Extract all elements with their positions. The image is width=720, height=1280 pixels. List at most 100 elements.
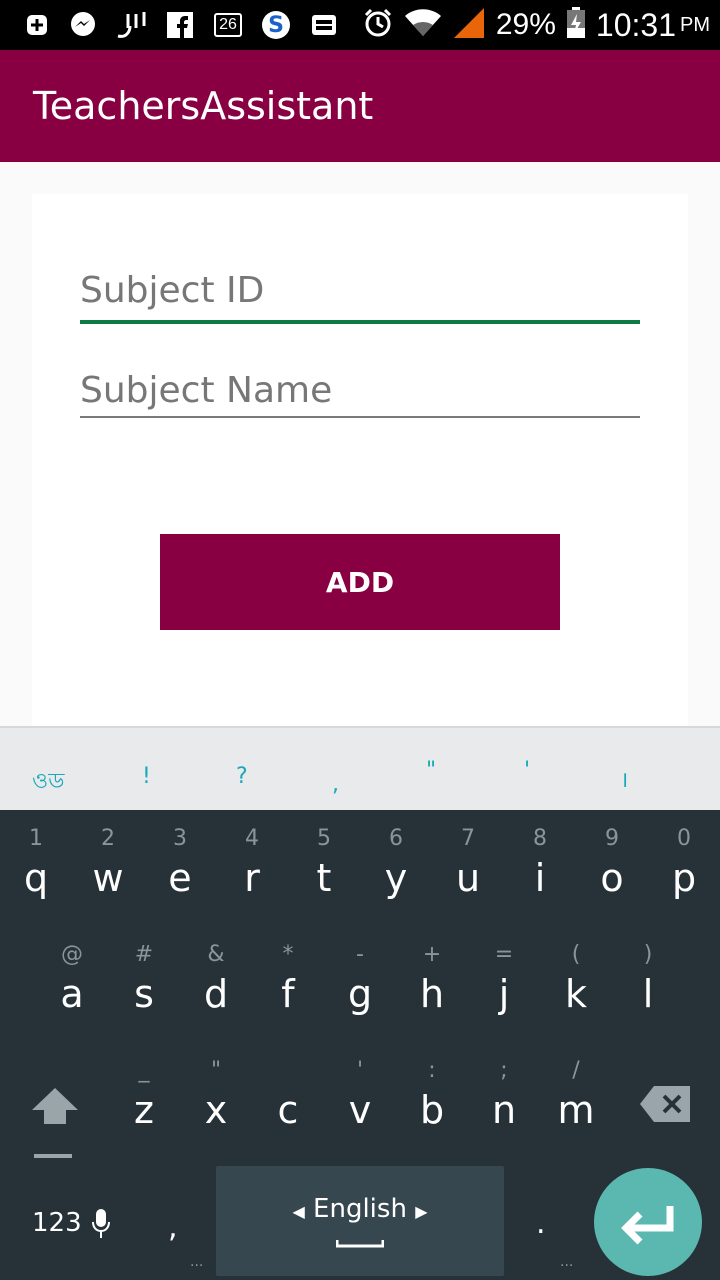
key-label: l [642,972,654,1016]
space-key[interactable]: ◀ English ▶ [216,1166,504,1276]
language-right-arrow-icon: ▶ [415,1202,428,1221]
key-label: d [203,972,229,1016]
key-i[interactable]: 8i [504,812,576,922]
suggestion-item[interactable]: । [620,764,628,794]
key-label: w [92,856,124,900]
key-f[interactable]: * f [252,928,324,1038]
key-label: g [347,972,373,1016]
key-j[interactable]: = j [468,928,540,1038]
key-d[interactable]: & d [180,928,252,1038]
key-label: q [23,856,49,900]
key-label: j [498,972,510,1016]
svg-text:S: S [268,13,284,38]
signal-icon [452,8,486,42]
key-o[interactable]: 9o [576,812,648,922]
key-x[interactable]: " x [180,1044,252,1154]
language-label: English [313,1194,407,1224]
suggestion-item[interactable]: " [426,758,436,783]
wifi-icon [404,8,442,42]
key-hint: 7 [461,826,475,851]
subject-name-field[interactable] [80,370,640,418]
subject-form-card: ADD [32,194,688,734]
add-button[interactable]: ADD [160,534,560,630]
key-p[interactable]: 0p [648,812,720,922]
key-hint: 4 [245,826,259,851]
facebook-icon [166,10,194,40]
backspace-key[interactable] [640,1084,692,1124]
language-left-arrow-icon: ◀ [292,1202,305,1221]
key-label: o [600,856,624,900]
subject-id-field[interactable] [80,270,640,324]
key-hint: 5 [317,826,331,851]
key-label: v [348,1088,372,1132]
shift-arrow-icon [32,1088,78,1124]
suggestion-item[interactable]: ? [236,764,248,789]
battery-icon [566,7,586,43]
key-hint: = [494,942,514,967]
key-hint: @ [61,942,83,967]
key-y[interactable]: 6y [360,812,432,922]
inbox-icon [310,10,338,40]
key-hint: : [428,1058,436,1083]
sync-s-icon: S [260,10,292,40]
key-label: r [244,856,260,900]
key-label: m [557,1088,595,1132]
key-hint: 0 [677,826,691,851]
key-n[interactable]: ; n [468,1044,540,1154]
comma-key[interactable]: , [168,1210,178,1245]
shift-key[interactable] [30,1086,80,1136]
key-u[interactable]: 7u [432,812,504,922]
more-options-dots: ... [190,1254,204,1270]
alarm-icon [362,7,394,43]
key-s[interactable]: # s [108,928,180,1038]
status-bar: 26 S 29% 10:31 PM [0,0,720,50]
key-hint: 2 [101,826,115,851]
key-label: s [134,972,154,1016]
subject-id-input[interactable] [80,270,640,311]
suggestion-item[interactable]: ওড [32,764,64,801]
period-key[interactable]: . [536,1206,546,1241]
key-t[interactable]: 5t [288,812,360,922]
key-hint: 3 [173,826,187,851]
suggestion-item[interactable]: ' [524,758,530,783]
notification-count: 26 [214,13,242,37]
key-label: b [419,1088,445,1132]
key-b[interactable]: :b [396,1044,468,1154]
suggestion-strip: ওড ! ? , " ' । [0,726,720,812]
key-e[interactable]: 3e [144,812,216,922]
clock-ampm: PM [680,13,710,36]
suggestion-item[interactable]: , [332,772,339,797]
calligraphy-app-icon [114,10,148,40]
suggestion-item[interactable]: ! [142,764,151,789]
key-w[interactable]: 2w [72,812,144,922]
key-hint: ( [571,942,581,967]
key-hint: + [422,942,442,967]
subject-name-input[interactable] [80,370,640,411]
key-h[interactable]: + h [396,928,468,1038]
key-hint: * [282,942,294,967]
key-a[interactable]: @ a [36,928,108,1038]
key-label: f [281,972,295,1016]
key-z[interactable]: _ z [108,1044,180,1154]
status-right-group: 29% 10:31 PM [362,0,710,50]
key-v[interactable]: ' v [324,1044,396,1154]
key-r[interactable]: 4r [216,812,288,922]
key-m[interactable]: / m [540,1044,612,1154]
key-k[interactable]: (k [540,928,612,1038]
key-q[interactable]: 1q [0,812,72,922]
key-label: x [204,1088,228,1132]
key-g[interactable]: -g [324,928,396,1038]
key-label: h [419,972,445,1016]
key-label: y [384,856,408,900]
numbers-key[interactable]: 123 [32,1208,82,1238]
enter-key[interactable] [594,1168,702,1276]
spacebar-icon [336,1240,384,1248]
key-l[interactable]: ) l [612,928,684,1038]
key-label: a [60,972,84,1016]
key-label: e [168,856,192,900]
shift-indicator [34,1154,72,1158]
key-hint: ; [500,1058,508,1083]
key-label: t [316,856,332,900]
mic-icon[interactable] [92,1208,110,1240]
key-c[interactable]: c [252,1044,324,1154]
